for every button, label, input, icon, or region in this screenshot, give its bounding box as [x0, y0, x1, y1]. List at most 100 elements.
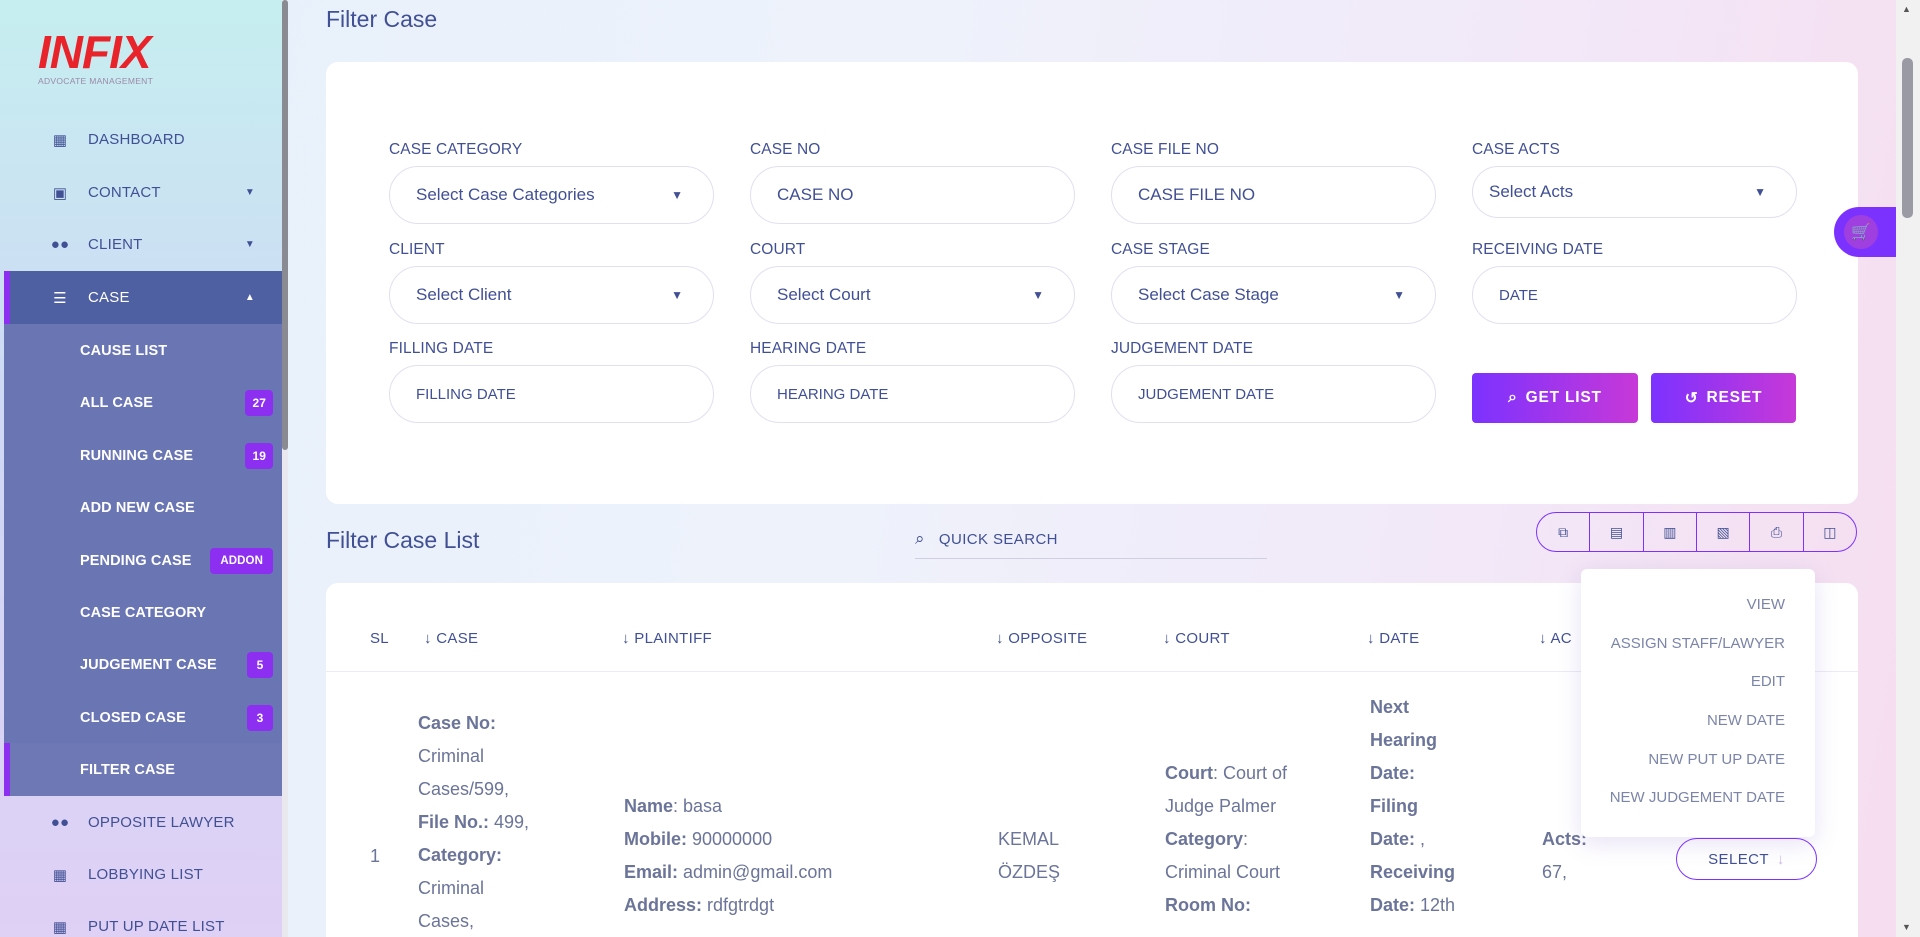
sidebar-item-dashboard[interactable]: ▦ DASHBOARD	[4, 113, 283, 166]
sidebar-item-lobbying-list[interactable]: ▦ LOBBYING LIST	[4, 848, 283, 901]
plaintiff-line: Mobile: 90000000	[624, 829, 773, 849]
sidebar-item-pending-case[interactable]: PENDING CASE ADDON	[4, 534, 283, 587]
column-header-date[interactable]: ↓ DATE	[1367, 630, 1419, 647]
select-action-button[interactable]: SELECT ↓	[1676, 838, 1817, 880]
cell-case: Case No: Criminal Cases/599, File No.: 4…	[418, 707, 538, 937]
cell-opposite: KEMAL ÖZDEŞ	[998, 823, 1060, 889]
menu-item-assign-staff[interactable]: ASSIGN STAFF/LAWYER	[1611, 635, 1785, 652]
case-submenu: CAUSE LIST ALL CASE 27 RUNNING CASE 19 ADD…	[4, 324, 283, 796]
grid-icon: ▦	[52, 918, 68, 936]
sidebar-item-all-case[interactable]: ALL CASE 27	[4, 376, 283, 429]
sidebar-item-put-up-date-list[interactable]: ▦ PUT UP DATE LIST	[4, 900, 283, 937]
case-file-no-label: CASE FILE NO	[1111, 141, 1220, 158]
excel-icon[interactable]: ▤	[1590, 513, 1644, 551]
menu-item-edit[interactable]: EDIT	[1751, 673, 1785, 690]
sidebar-item-label: PUT UP DATE LIST	[88, 918, 225, 935]
sub-item-label: PENDING CASE	[80, 552, 192, 569]
court-line: Court: Court of	[1165, 763, 1288, 783]
users-icon: ●●	[50, 236, 70, 253]
pdf-icon[interactable]: ▧	[1697, 513, 1751, 551]
addon-badge: ADDON	[210, 547, 273, 574]
case-line: File No.: 499,	[418, 812, 530, 832]
sidebar-item-opposite-lawyer[interactable]: ●● OPPOSITE LAWYER	[4, 796, 283, 849]
filling-date-input[interactable]: FILLING DATE	[389, 365, 714, 423]
sidebar-item-filter-case[interactable]: FILTER CASE	[4, 743, 283, 796]
reset-button[interactable]: ↺ RESET	[1651, 373, 1796, 423]
scroll-up-arrow-icon[interactable]: ▲	[1902, 4, 1911, 14]
logo[interactable]: INFIX ADVOCATE MANAGEMENT	[38, 26, 153, 86]
csv-icon[interactable]: ▥	[1644, 513, 1697, 551]
receiving-date-input[interactable]: DATE	[1472, 266, 1797, 324]
button-label: GET LIST	[1525, 389, 1602, 406]
scroll-down-arrow-icon[interactable]: ▼	[1902, 922, 1911, 932]
case-category-select[interactable]: Select Case Categories ▼	[389, 166, 714, 224]
cell-date: Next Hearing Date: Filing Date: , Receiv…	[1370, 691, 1470, 922]
filling-date-label: FILLING DATE	[389, 340, 494, 357]
button-label: RESET	[1706, 389, 1763, 406]
contact-card-icon: ▣	[52, 184, 68, 202]
column-header-sl[interactable]: SL	[370, 630, 389, 647]
date-line: Next	[1370, 697, 1410, 717]
header-label: COURT	[1175, 630, 1230, 647]
sidebar: INFIX ADVOCATE MANAGEMENT ▦ DASHBOARD ▣ …	[0, 0, 286, 937]
judgement-date-input[interactable]: JUDGEMENT DATE	[1111, 365, 1436, 423]
column-header-plaintiff[interactable]: ↓ PLAINTIFF	[622, 630, 712, 647]
date-line: Date: ,	[1370, 829, 1426, 849]
case-line: Criminal	[418, 746, 485, 766]
input-placeholder: CASE FILE NO	[1138, 185, 1256, 204]
quick-search-input[interactable]: ⌕ QUICK SEARCH	[915, 520, 1267, 559]
caret-down-icon: ▼	[671, 288, 683, 302]
date-line: Hearing	[1370, 730, 1438, 750]
case-file-no-input[interactable]: CASE FILE NO	[1111, 166, 1436, 224]
case-no-input[interactable]: CASE NO	[750, 166, 1075, 224]
get-list-button[interactable]: ⌕ GET LIST	[1472, 373, 1638, 423]
cell-acts: Acts: 67,	[1542, 823, 1587, 889]
case-stage-label: CASE STAGE	[1111, 241, 1210, 258]
column-header-action[interactable]: ↓ AC	[1539, 630, 1572, 647]
print-icon[interactable]: ⎙	[1750, 513, 1804, 551]
sidebar-item-add-new-case[interactable]: ADD NEW CASE	[4, 481, 283, 534]
logo-text: INFIX	[38, 26, 152, 78]
sidebar-item-cause-list[interactable]: CAUSE LIST	[4, 324, 283, 377]
sidebar-item-closed-case[interactable]: CLOSED CASE 3	[4, 691, 283, 744]
case-acts-select[interactable]: Select Acts ▼	[1472, 166, 1797, 218]
acts-line: 67,	[1542, 862, 1568, 882]
sidebar-item-label: CLIENT	[88, 236, 143, 253]
cell-sl: 1	[370, 846, 381, 866]
cart-button[interactable]: 🛒	[1834, 207, 1898, 257]
menu-item-view[interactable]: VIEW	[1747, 596, 1785, 613]
sidebar-item-running-case[interactable]: RUNNING CASE 19	[4, 429, 283, 482]
menu-item-new-date[interactable]: NEW DATE	[1707, 712, 1785, 729]
sidebar-item-case-category[interactable]: CASE CATEGORY	[4, 586, 283, 639]
columns-icon[interactable]: ◫	[1804, 513, 1856, 551]
input-placeholder: FILLING DATE	[416, 385, 516, 403]
case-no-label: CASE NO	[750, 141, 821, 158]
sidebar-item-client[interactable]: ●● CLIENT ▼	[4, 218, 283, 271]
plaintiff-line: Name: basa	[624, 796, 723, 816]
case-line: Cases,	[418, 911, 475, 931]
column-header-court[interactable]: ↓ COURT	[1163, 630, 1230, 647]
client-select[interactable]: Select Client ▼	[389, 266, 714, 324]
court-line: Criminal Court	[1165, 862, 1281, 882]
sidebar-item-judgement-case[interactable]: JUDGEMENT CASE 5	[4, 638, 283, 691]
sidebar-item-case[interactable]: ☰ CASE ▲	[4, 271, 283, 324]
sidebar-scrollbar-thumb[interactable]	[282, 0, 288, 450]
court-label: COURT	[750, 241, 806, 258]
column-header-case[interactable]: ↓ CASE	[424, 630, 478, 647]
count-badge: 19	[245, 442, 273, 469]
case-stage-select[interactable]: Select Case Stage ▼	[1111, 266, 1436, 324]
hearing-date-input[interactable]: HEARING DATE	[750, 365, 1075, 423]
case-acts-label: CASE ACTS	[1472, 141, 1560, 158]
page-scrollbar-thumb[interactable]	[1902, 58, 1913, 218]
court-select[interactable]: Select Court ▼	[750, 266, 1075, 324]
menu-item-new-put-up-date[interactable]: NEW PUT UP DATE	[1648, 751, 1785, 768]
sidebar-item-contact[interactable]: ▣ CONTACT ▼	[4, 166, 283, 219]
date-line: Date:	[1370, 763, 1416, 783]
copy-icon[interactable]: ⧉	[1537, 513, 1591, 551]
column-header-opposite[interactable]: ↓ OPPOSITE	[996, 630, 1087, 647]
menu-item-new-judgement-date[interactable]: NEW JUDGEMENT DATE	[1610, 789, 1785, 806]
receiving-date-label: RECEIVING DATE	[1472, 241, 1604, 258]
select-value: Select Court	[777, 285, 871, 304]
arrow-down-icon: ↓	[1776, 850, 1785, 868]
case-line: Category:	[418, 845, 503, 865]
